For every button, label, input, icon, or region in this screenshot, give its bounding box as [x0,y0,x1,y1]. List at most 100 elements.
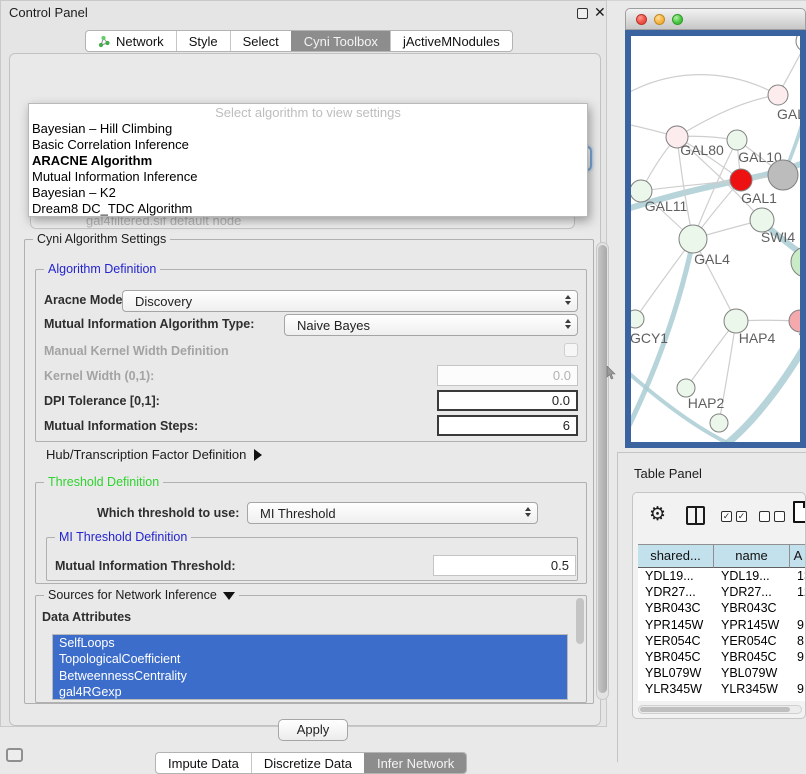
node-label: GAL4 [694,251,730,267]
float-window-icon[interactable] [577,8,588,19]
tab-network[interactable]: Network [86,31,176,51]
data-attribute-item[interactable]: TopologicalCoefficient [53,651,567,667]
tab-jactivemnodules[interactable]: jActiveMNodules [390,31,512,51]
network-node[interactable] [710,414,728,432]
gear-icon[interactable]: ⚙ [649,503,666,526]
column-header[interactable]: A [790,545,806,568]
network-node[interactable] [791,247,800,277]
mi-threshold-field[interactable]: 0.5 [433,555,576,576]
aracne-mode-select[interactable]: Discovery [122,290,578,312]
table-row[interactable]: YPR145WYPR145W9. [638,617,806,633]
hub-definition-expander[interactable]: Hub/Transcription Factor Definition [46,447,262,462]
select-all-columns-icon[interactable]: ✓ ✓ [721,511,747,522]
table-cell: YIL052C [638,698,714,702]
field-value: 0.5 [551,558,569,573]
minimized-panel-icon[interactable] [6,748,23,762]
table-cell [790,665,806,681]
table-row[interactable]: YDR27...YDR27...12 [638,584,806,600]
network-tab-icon [98,35,111,48]
table-cell: 9. [790,681,806,697]
algorithm-dropdown-list: Bayesian – Hill ClimbingBasic Correlatio… [29,121,587,218]
settings-scrollbar[interactable] [596,242,609,700]
table-row[interactable]: YBR043CYBR043C [638,600,806,616]
list-scrollbar[interactable] [576,598,584,644]
zoom-traffic-light-icon[interactable] [672,14,683,25]
tab-infer-network[interactable]: Infer Network [364,753,466,773]
network-window-titlebar[interactable] [625,8,806,30]
network-node[interactable] [679,225,707,253]
node-label: HAP2 [688,395,725,411]
group-title: Cyni Algorithm Settings [33,232,170,246]
which-threshold-select[interactable]: MI Threshold [247,502,538,524]
unchecked-box-icon [759,511,770,522]
node-label: SWI4 [761,229,795,245]
field-value: 0.0 [553,368,571,383]
table-horizontal-scrollbar[interactable] [638,705,802,714]
network-node[interactable] [789,310,800,332]
table-cell: YBR043C [638,600,714,616]
tab-discretize-data[interactable]: Discretize Data [251,753,364,773]
network-node[interactable] [768,85,788,105]
aracne-mode-label: Aracne Mode: [44,293,127,307]
close-traffic-light-icon[interactable] [636,14,647,25]
algorithm-option[interactable]: ARACNE Algorithm [29,153,587,169]
tab-style[interactable]: Style [176,31,230,51]
selected-value: Discovery [135,294,192,309]
apply-button[interactable]: Apply [278,719,348,741]
tab-cyni-toolbox[interactable]: Cyni Toolbox [291,31,390,51]
algorithm-option[interactable]: Bayesian – Hill Climbing [29,121,587,137]
table-row[interactable]: YIL052CYIL052C0. [638,698,806,702]
dpi-tolerance-field[interactable]: 0.0 [437,390,578,411]
algorithm-option[interactable]: Basic Correlation Inference [29,137,587,153]
collapse-arrow-icon [223,592,235,600]
expand-arrow-icon [254,449,262,461]
data-attribute-item[interactable]: SelfLoops [53,635,567,651]
table-row[interactable]: YBR045CYBR045C9. [638,649,806,665]
control-panel-title: Control Panel [9,5,88,20]
table-panel: ⚙ ✓ ✓ shared...nameA YDL19...YDL19...13Y… [632,492,806,719]
table-cell: 0. [790,698,806,702]
network-node[interactable] [796,36,800,52]
data-attribute-item[interactable]: gal4RGexp [53,684,567,700]
algorithm-option[interactable]: Mutual Information Inference [29,169,587,185]
column-header[interactable]: shared... [638,545,714,568]
kernel-width-label: Kernel Width (0,1): [44,369,154,383]
deselect-all-columns-icon[interactable] [759,511,785,522]
tab-select[interactable]: Select [230,31,291,51]
table-row[interactable]: YBL079WYBL079W [638,665,806,681]
column-layout-icon[interactable] [686,506,705,525]
group-title: Algorithm Definition [44,262,160,276]
network-canvas[interactable]: GALGAL80GAL10GAL1GAL11SWI4GAL4GCY1HAP4YH… [625,30,806,448]
new-table-icon[interactable] [793,501,806,523]
panel-divider [617,452,806,453]
network-node[interactable] [730,169,752,191]
table-row[interactable]: YLR345WYLR345W9. [638,681,806,697]
node-label: GAL11 [645,198,688,214]
scrollbar-thumb[interactable] [598,245,607,693]
node-label: HAP4 [739,330,776,346]
table-row[interactable]: YDL19...YDL19...13 [638,568,806,584]
algorithm-option[interactable]: Bayesian – K2 [29,185,587,201]
mi-steps-label: Mutual Information Steps: [44,419,198,433]
table-cell: YPR145W [638,617,714,633]
network-node[interactable] [768,160,798,190]
manual-kernel-checkbox[interactable] [564,343,578,357]
network-node[interactable] [727,130,747,150]
tab-impute-data[interactable]: Impute Data [156,753,251,773]
mi-steps-field[interactable]: 6 [437,415,578,436]
close-icon[interactable]: ✕ [594,4,606,21]
field-value: 6 [563,418,570,433]
column-header[interactable]: name [714,545,790,568]
data-attribute-item[interactable]: BetweennessCentrality [53,668,567,684]
table-cell: YDR27... [638,584,714,600]
minimize-traffic-light-icon[interactable] [654,14,665,25]
algorithm-option[interactable]: Dream8 DC_TDC Algorithm [29,201,587,217]
scrollbar-thumb[interactable] [640,707,790,712]
mi-algorithm-type-select[interactable]: Naive Bayes [284,314,578,336]
table-row[interactable]: YER054CYER054C8. [638,633,806,649]
table-cell: 8. [790,633,806,649]
algorithm-definition-group: Algorithm Definition Aracne Mode: Discov… [35,269,587,442]
table-header-row: shared...nameA [638,545,806,568]
table-toolbar: ⚙ ✓ ✓ [633,493,805,541]
network-node[interactable] [631,310,644,328]
